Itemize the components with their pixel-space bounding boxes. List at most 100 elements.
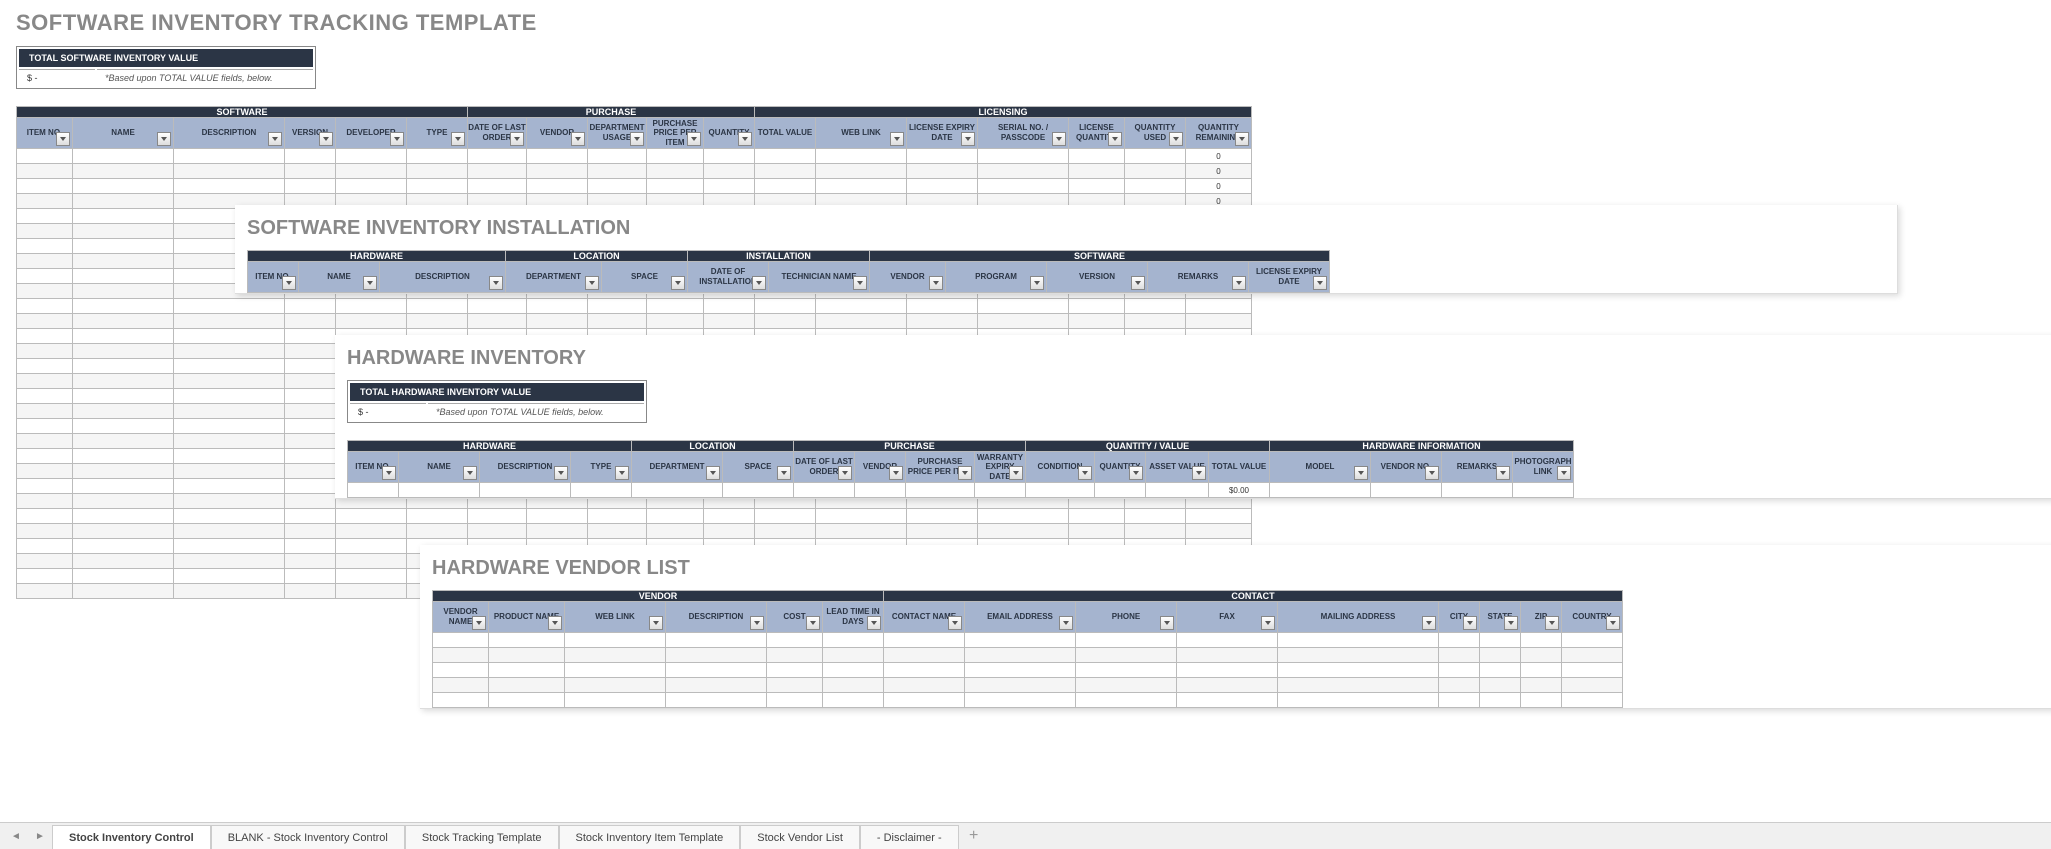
filter-icon[interactable] [1425, 466, 1439, 480]
table-cell[interactable] [285, 539, 336, 554]
filter-icon[interactable] [958, 466, 972, 480]
table-cell[interactable] [565, 648, 666, 663]
table-cell[interactable] [1177, 648, 1278, 663]
filter-icon[interactable] [1129, 466, 1143, 480]
table-cell[interactable] [907, 149, 978, 164]
table-cell[interactable]: 0 [1186, 179, 1252, 194]
column-header[interactable]: LICENSE EXPIRY DATE [907, 118, 978, 149]
column-header[interactable]: EMAIL ADDRESS [965, 602, 1076, 633]
table-cell[interactable] [285, 419, 336, 434]
table-cell[interactable] [174, 314, 285, 329]
table-cell[interactable] [17, 224, 73, 239]
table-cell[interactable] [1270, 483, 1371, 498]
table-cell[interactable] [755, 509, 816, 524]
filter-icon[interactable] [1606, 616, 1620, 630]
table-cell[interactable] [468, 524, 527, 539]
table-cell[interactable] [73, 329, 174, 344]
table-cell[interactable] [174, 569, 285, 584]
table-cell[interactable] [755, 524, 816, 539]
filter-icon[interactable] [1108, 132, 1122, 146]
table-cell[interactable] [978, 179, 1069, 194]
table-cell[interactable] [978, 164, 1069, 179]
column-header[interactable]: SPACE [723, 452, 794, 483]
table-cell[interactable] [666, 663, 767, 678]
table-cell[interactable] [1439, 648, 1480, 663]
table-cell[interactable] [468, 509, 527, 524]
table-cell[interactable] [285, 344, 336, 359]
table-cell[interactable] [285, 479, 336, 494]
table-cell[interactable] [907, 509, 978, 524]
table-cell[interactable] [527, 299, 588, 314]
table-cell[interactable] [17, 164, 73, 179]
column-header[interactable]: DESCRIPTION [666, 602, 767, 633]
column-header[interactable]: VENDOR [870, 262, 946, 293]
column-header[interactable]: TOTAL VALUE [1209, 452, 1270, 483]
table-cell[interactable] [1125, 179, 1186, 194]
table-cell[interactable] [336, 539, 407, 554]
table-cell[interactable] [975, 483, 1026, 498]
table-cell[interactable] [1439, 678, 1480, 693]
filter-icon[interactable] [571, 132, 585, 146]
table-cell[interactable] [17, 539, 73, 554]
tab-nav-prev[interactable]: ◄ [4, 823, 28, 849]
table-cell[interactable] [73, 434, 174, 449]
sheet-tab[interactable]: BLANK - Stock Inventory Control [211, 825, 405, 849]
column-header[interactable]: VENDOR [527, 118, 588, 149]
table-cell[interactable] [907, 179, 978, 194]
column-header[interactable]: MAILING ADDRESS [1278, 602, 1439, 633]
column-header[interactable]: COST [767, 602, 823, 633]
table-cell[interactable] [1278, 663, 1439, 678]
table-cell[interactable] [285, 389, 336, 404]
column-header[interactable]: PRODUCT NAME [489, 602, 565, 633]
table-cell[interactable] [174, 404, 285, 419]
table-cell[interactable] [17, 419, 73, 434]
filter-icon[interactable] [382, 466, 396, 480]
table-cell[interactable] [823, 648, 884, 663]
table-cell[interactable] [527, 149, 588, 164]
table-cell[interactable] [73, 509, 174, 524]
table-cell[interactable] [755, 164, 816, 179]
table-cell[interactable] [906, 483, 975, 498]
table-cell[interactable] [1125, 164, 1186, 179]
column-header[interactable]: CONTACT NAME [884, 602, 965, 633]
table-cell[interactable] [73, 419, 174, 434]
column-header[interactable]: TYPE [407, 118, 468, 149]
table-cell[interactable] [468, 164, 527, 179]
table-cell[interactable] [73, 224, 174, 239]
table-cell[interactable] [1076, 693, 1177, 708]
table-cell[interactable] [755, 149, 816, 164]
table-cell[interactable] [1177, 693, 1278, 708]
table-cell[interactable] [73, 284, 174, 299]
table-cell[interactable] [336, 149, 407, 164]
table-cell[interactable] [174, 359, 285, 374]
table-cell[interactable] [468, 179, 527, 194]
column-header[interactable]: QUANTITY [704, 118, 755, 149]
table-cell[interactable] [17, 434, 73, 449]
table-cell[interactable] [73, 524, 174, 539]
filter-icon[interactable] [615, 466, 629, 480]
filter-icon[interactable] [489, 276, 503, 290]
table-cell[interactable] [884, 678, 965, 693]
table-cell[interactable] [285, 149, 336, 164]
table-cell[interactable] [407, 524, 468, 539]
table-cell[interactable] [73, 314, 174, 329]
table-cell[interactable] [73, 194, 174, 209]
table-cell[interactable] [704, 509, 755, 524]
column-header[interactable]: DEPARTMENT USAGE [588, 118, 647, 149]
column-header[interactable]: QUANTITY REMAINING [1186, 118, 1252, 149]
table-cell[interactable] [174, 524, 285, 539]
filter-icon[interactable] [752, 276, 766, 290]
table-cell[interactable]: $0.00 [1209, 483, 1270, 498]
table-cell[interactable] [73, 554, 174, 569]
table-cell[interactable] [816, 299, 907, 314]
column-header[interactable]: VERSION [285, 118, 336, 149]
table-cell[interactable] [704, 179, 755, 194]
sheet-tab[interactable]: Stock Vendor List [740, 825, 860, 849]
table-cell[interactable] [489, 663, 565, 678]
tab-nav-next[interactable]: ► [28, 823, 52, 849]
table-cell[interactable] [1521, 663, 1562, 678]
column-header[interactable]: MODEL [1270, 452, 1371, 483]
table-cell[interactable] [907, 314, 978, 329]
table-cell[interactable] [823, 693, 884, 708]
table-cell[interactable] [1439, 693, 1480, 708]
